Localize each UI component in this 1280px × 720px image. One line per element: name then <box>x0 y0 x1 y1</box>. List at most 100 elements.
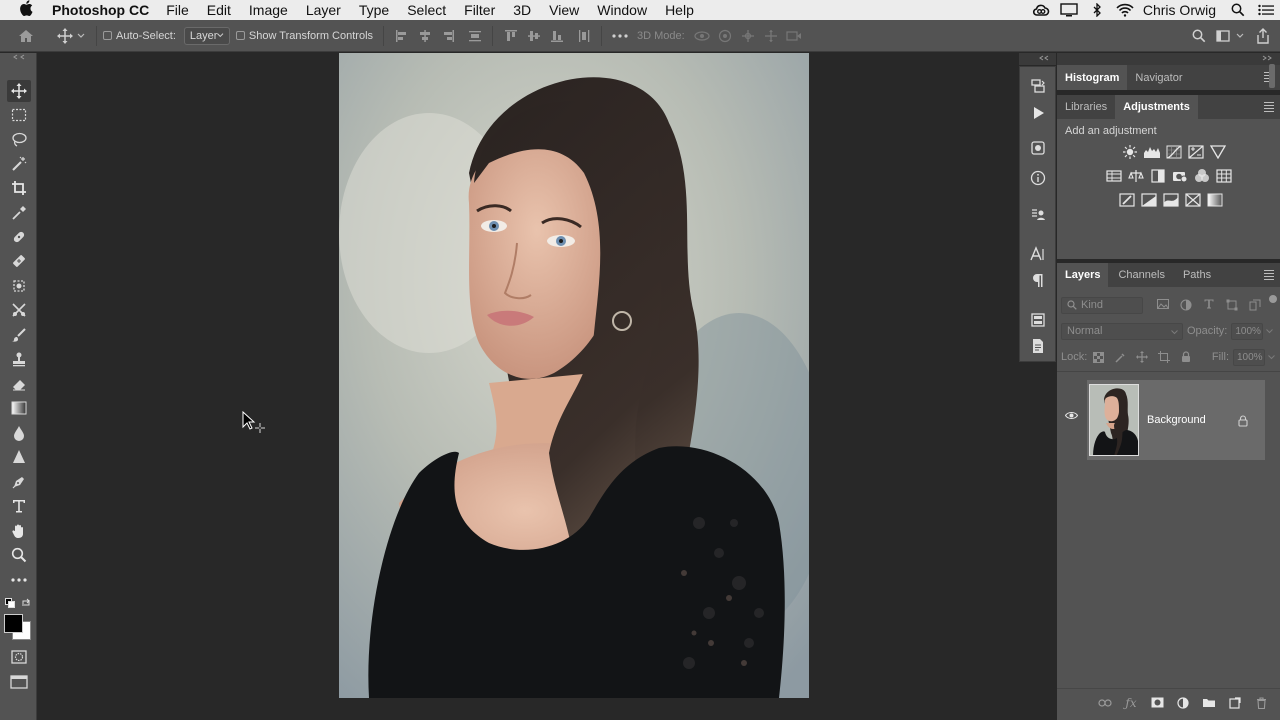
tab-libraries[interactable]: Libraries <box>1057 95 1115 119</box>
blur-tool-icon[interactable] <box>7 422 31 444</box>
wifi-icon[interactable] <box>1111 3 1139 17</box>
menu-help[interactable]: Help <box>656 2 703 18</box>
screen-mode-icon[interactable] <box>7 671 31 693</box>
posterize-icon[interactable] <box>1138 191 1160 209</box>
modifier-keys-icon[interactable] <box>1026 204 1050 226</box>
panel-menu-icon[interactable] <box>1264 270 1274 282</box>
menu-file[interactable]: File <box>157 2 198 18</box>
collapse-dock-icon[interactable] <box>1039 55 1049 61</box>
menu-type[interactable]: Type <box>350 2 398 18</box>
properties-icon[interactable] <box>1026 137 1050 159</box>
3d-roll-icon[interactable] <box>714 29 737 43</box>
align-bottom-edges-icon[interactable] <box>545 29 568 43</box>
align-horizontal-centers-icon[interactable] <box>413 29 436 43</box>
display-icon[interactable] <box>1055 3 1083 17</box>
menu-image[interactable]: Image <box>240 2 297 18</box>
menu-filter[interactable]: Filter <box>455 2 504 18</box>
layer-visibility-eye-icon[interactable] <box>1065 411 1078 420</box>
new-layer-icon[interactable] <box>1222 696 1248 709</box>
exposure-icon[interactable] <box>1185 143 1207 161</box>
align-vertical-centers-icon[interactable] <box>522 29 545 43</box>
3d-drag-icon[interactable] <box>737 29 760 43</box>
fill-slider-arrow-icon[interactable] <box>1268 354 1275 360</box>
dodge-tool-icon[interactable] <box>7 446 31 468</box>
magic-wand-icon[interactable] <box>7 153 31 175</box>
gradient-tool-icon[interactable] <box>7 397 31 419</box>
eyedropper-icon[interactable] <box>7 202 31 224</box>
filter-smart-object-icon[interactable] <box>1243 299 1266 311</box>
app-menu[interactable]: Photoshop CC <box>52 2 149 18</box>
tab-paths[interactable]: Paths <box>1175 263 1219 287</box>
patch-tool-icon[interactable] <box>7 275 31 297</box>
layer-comps-icon[interactable] <box>1026 309 1050 331</box>
bluetooth-icon[interactable] <box>1083 3 1111 17</box>
default-colors-icon[interactable] <box>5 598 15 608</box>
edit-toolbar-icon[interactable] <box>7 569 31 591</box>
paragraph-panel-icon[interactable] <box>1026 269 1050 291</box>
brush-healing-bandage-icon[interactable] <box>7 250 31 272</box>
hand-tool-icon[interactable] <box>7 520 31 542</box>
filter-adjustment-icon[interactable] <box>1174 299 1197 311</box>
notification-center-icon[interactable] <box>1252 4 1280 16</box>
foreground-color-swatch[interactable] <box>4 614 23 633</box>
type-tool-icon[interactable] <box>7 495 31 517</box>
add-layer-style-icon[interactable]: ƒx <box>1118 696 1144 710</box>
lock-transparent-pixels-icon[interactable] <box>1087 351 1109 363</box>
notes-icon[interactable] <box>1026 335 1050 357</box>
quick-mask-icon[interactable] <box>7 646 31 668</box>
clone-stamp-icon[interactable] <box>7 348 31 370</box>
link-layers-icon[interactable] <box>1092 698 1118 707</box>
move-tool-preset-icon[interactable] <box>52 20 90 52</box>
color-lookup-icon[interactable] <box>1213 167 1235 185</box>
menu-layer[interactable]: Layer <box>297 2 350 18</box>
crop-tool-icon[interactable] <box>7 177 31 199</box>
photo-filter-icon[interactable] <box>1169 167 1191 185</box>
panel-scrollbar[interactable] <box>1269 64 1275 88</box>
menu-window[interactable]: Window <box>588 2 656 18</box>
align-right-edges-icon[interactable] <box>436 29 459 43</box>
menu-3d[interactable]: 3D <box>504 2 540 18</box>
lock-all-icon[interactable] <box>1175 351 1197 363</box>
filter-shape-icon[interactable] <box>1220 299 1243 311</box>
user-name[interactable]: Chris Orwig <box>1139 2 1224 18</box>
hue-saturation-icon[interactable] <box>1103 167 1125 185</box>
add-layer-mask-icon[interactable] <box>1144 697 1170 708</box>
pen-tool-icon[interactable] <box>7 471 31 493</box>
menu-select[interactable]: Select <box>398 2 455 18</box>
apple-menu-icon[interactable] <box>0 0 52 20</box>
invert-icon[interactable] <box>1116 191 1138 209</box>
more-options-icon[interactable] <box>608 33 631 38</box>
brightness-contrast-icon[interactable] <box>1119 143 1141 161</box>
content-aware-move-icon[interactable] <box>7 299 31 321</box>
lock-position-icon[interactable] <box>1131 351 1153 363</box>
character-panel-icon[interactable] <box>1026 243 1050 265</box>
tab-histogram[interactable]: Histogram <box>1057 65 1128 90</box>
actions-play-icon[interactable] <box>1026 102 1050 124</box>
lasso-tool-icon[interactable] <box>7 129 31 151</box>
gradient-map-icon[interactable] <box>1204 191 1226 209</box>
channel-mixer-icon[interactable] <box>1191 167 1213 185</box>
lock-image-pixels-icon[interactable] <box>1109 352 1131 363</box>
workspace-switcher-icon[interactable] <box>1216 20 1244 52</box>
layer-filter-kind-dropdown[interactable]: Kind <box>1061 296 1143 314</box>
share-icon[interactable] <box>1256 20 1270 52</box>
filter-type-icon[interactable] <box>1197 299 1220 311</box>
document-canvas[interactable] <box>38 53 1019 720</box>
curves-icon[interactable] <box>1163 143 1185 161</box>
lock-artboard-icon[interactable] <box>1153 351 1175 363</box>
blend-mode-dropdown[interactable]: Normal <box>1061 322 1183 340</box>
tab-adjustments[interactable]: Adjustments <box>1115 95 1198 119</box>
history-icon[interactable] <box>1026 75 1050 97</box>
tab-channels[interactable]: Channels <box>1108 263 1174 287</box>
show-transform-controls-checkbox[interactable]: Show Transform Controls <box>235 20 373 52</box>
black-white-icon[interactable] <box>1147 167 1169 185</box>
brush-tool-icon[interactable] <box>7 324 31 346</box>
zoom-tool-icon[interactable] <box>7 544 31 566</box>
3d-orbit-icon[interactable] <box>691 29 714 43</box>
eraser-tool-icon[interactable] <box>7 373 31 395</box>
collapse-toolbar-icon[interactable] <box>12 54 26 60</box>
tab-navigator[interactable]: Navigator <box>1127 65 1190 90</box>
layer-lock-icon[interactable] <box>1238 415 1248 427</box>
spotlight-search-icon[interactable] <box>1224 3 1252 17</box>
search-icon[interactable] <box>1192 20 1206 52</box>
